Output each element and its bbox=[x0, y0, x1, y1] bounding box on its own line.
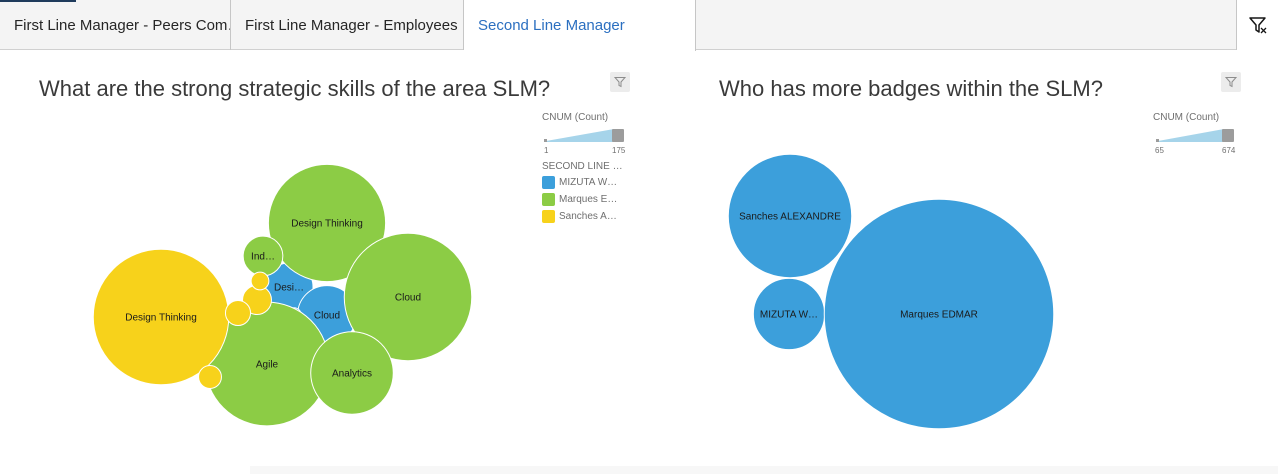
bubble-label: Agile bbox=[256, 360, 279, 371]
bubble-label: Analytics bbox=[332, 369, 372, 380]
bubble-label: Sanches ALEXANDRE bbox=[739, 212, 841, 223]
footer-divider bbox=[250, 466, 1278, 474]
bubble-label: Design Thinking bbox=[291, 219, 363, 230]
skills-bubble-chart: Desi… Cloud Design Thinking Ind… Cloud Agile A… bbox=[92, 163, 473, 427]
badges-bubble-chart: Sanches ALEXANDRE MIZUTA W… Marques EDMAR bbox=[727, 153, 1055, 430]
bubble-label: Cloud bbox=[314, 311, 340, 322]
bubble-label: Design Thinking bbox=[125, 313, 197, 324]
bubble[interactable] bbox=[224, 299, 252, 327]
bubble[interactable] bbox=[250, 271, 270, 291]
bubble-label: MIZUTA W… bbox=[760, 310, 818, 321]
bubble-label: Ind… bbox=[251, 252, 275, 263]
bubble-label: Cloud bbox=[395, 293, 421, 304]
bubble[interactable] bbox=[198, 365, 222, 389]
bubble-label: Desi… bbox=[274, 283, 304, 294]
bubble-label: Marques EDMAR bbox=[900, 310, 978, 321]
